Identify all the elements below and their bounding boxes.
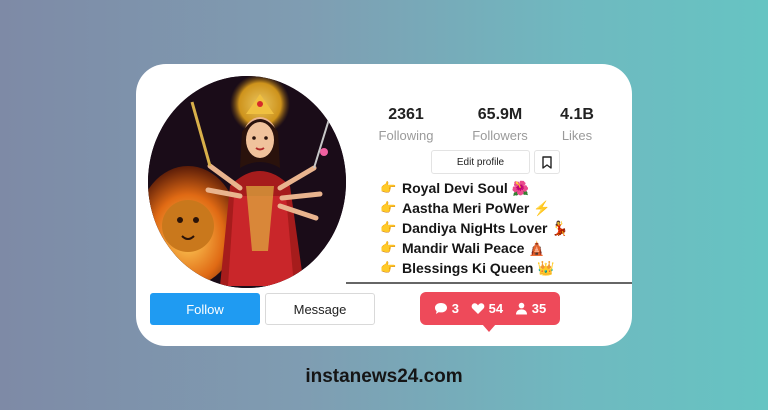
- pointing-hand-icon: 👉: [380, 180, 397, 195]
- bookmark-button[interactable]: [534, 150, 560, 174]
- bio-text: Royal Devi Soul 🌺: [402, 180, 530, 196]
- comments-count: 3: [451, 301, 460, 316]
- profile-stats: 2361 Following 65.9M Followers 4.1B Like…: [360, 106, 620, 146]
- pointing-hand-icon: 👉: [380, 200, 397, 215]
- stat-likes[interactable]: 4.1B Likes: [552, 106, 602, 143]
- stat-following[interactable]: 2361 Following: [376, 106, 436, 143]
- following-label: Following: [378, 128, 434, 143]
- likes-count: 4.1B: [560, 106, 594, 123]
- stat-followers[interactable]: 65.9M Followers: [460, 106, 540, 143]
- followers-count: 65.9M: [477, 106, 523, 123]
- bio-line: 👉 Blessings Ki Queen 👑: [380, 258, 620, 278]
- bio: 👉 Royal Devi Soul 🌺 👉 Aastha Meri PoWer …: [380, 178, 620, 278]
- message-button[interactable]: Message: [265, 293, 375, 325]
- pointing-hand-icon: 👉: [380, 220, 397, 235]
- heart-icon: [471, 303, 484, 314]
- bio-text: Blessings Ki Queen 👑: [402, 260, 555, 276]
- bio-text: Mandir Wali Peace 🛕: [402, 240, 546, 256]
- user-icon: [515, 302, 527, 315]
- follow-button[interactable]: Follow: [150, 293, 260, 325]
- bookmark-icon: [542, 155, 552, 169]
- bio-text: Aastha Meri PoWer ⚡: [402, 200, 551, 216]
- likes-label: Likes: [561, 128, 593, 143]
- bio-line: 👉 Aastha Meri PoWer ⚡: [380, 198, 620, 218]
- bio-text: Dandiya NigHts Lover 💃: [402, 220, 569, 236]
- bio-line: 👉 Mandir Wali Peace 🛕: [380, 238, 620, 258]
- bio-line: 👉 Royal Devi Soul 🌺: [380, 178, 620, 198]
- followers-notification-count: 35: [531, 301, 547, 316]
- pointing-hand-icon: 👉: [380, 260, 397, 275]
- pointing-hand-icon: 👉: [380, 240, 397, 255]
- likes-notification-count: 54: [488, 301, 504, 316]
- avatar[interactable]: [148, 76, 346, 288]
- followers-notification: 35: [515, 301, 546, 316]
- comments-notification: 3: [434, 301, 459, 316]
- edit-profile-button[interactable]: Edit profile: [431, 150, 530, 174]
- bio-line: 👉 Dandiya NigHts Lover 💃: [380, 218, 620, 238]
- notification-bubble[interactable]: 3 54 35: [420, 292, 560, 325]
- notification-tail: [482, 324, 496, 332]
- divider: [346, 282, 632, 284]
- following-count: 2361: [388, 106, 424, 123]
- followers-label: Followers: [472, 128, 528, 143]
- site-watermark: instanews24.com: [305, 366, 463, 387]
- likes-notification: 54: [471, 301, 503, 316]
- comment-icon: [434, 303, 447, 314]
